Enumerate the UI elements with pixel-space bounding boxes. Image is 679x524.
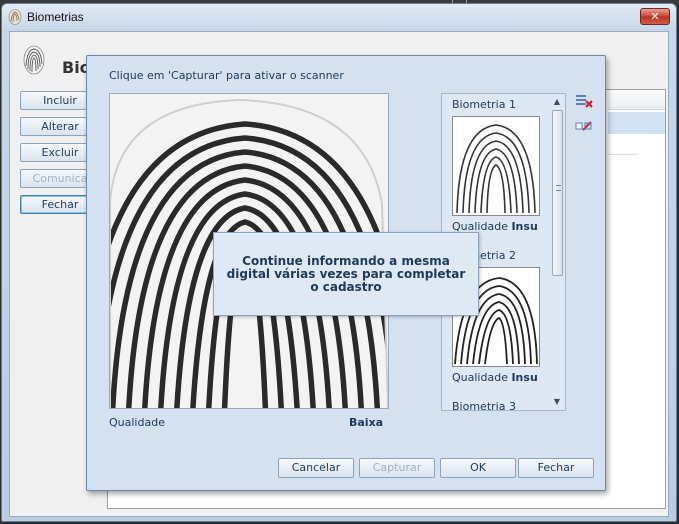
window-titlebar: Biometrias ✕ [2,4,676,30]
close-icon: ✕ [650,10,660,23]
status-message: Continue informando a mesma digital vári… [213,232,479,316]
capture-button[interactable]: Capturar [359,458,435,478]
thumbnail-scrollbar[interactable]: ▲ ▼ [551,96,563,408]
thumbnail-title: Biometria 1 [452,98,516,111]
thumbnail-item[interactable]: Biometria 1 Qualidade Insu [452,98,544,238]
scroll-down-icon[interactable]: ▼ [551,396,563,408]
cancel-button[interactable]: Cancelar [278,458,354,478]
status-message-text: Continue informando a mesma digital vári… [226,253,466,294]
fingerprint-icon [8,9,22,25]
remove-item-icon[interactable] [575,118,593,134]
list-row-divider [608,154,638,155]
thumbnail-image[interactable] [452,116,540,216]
quality-label: Qualidade [109,416,165,429]
thumbnail-item[interactable]: Biometria 3 [452,400,544,411]
thumbnail-quality: Qualidade Insu [452,371,538,384]
capture-dialog: Clique em 'Capturar' para ativar o scann… [86,55,606,491]
capture-instruction: Clique em 'Capturar' para ativar o scann… [109,69,344,82]
close-dialog-button[interactable]: Fechar [518,458,594,478]
close-button[interactable]: ✕ [640,8,670,25]
quality-value: Baixa [349,416,384,429]
scroll-up-icon[interactable]: ▲ [551,96,563,108]
list-row-selected[interactable] [608,112,665,134]
biometrias-window: Biometrias ✕ Bio Incluir Alterar Excluir… [1,3,677,522]
thumbnail-title: Biometria 3 [452,400,516,411]
list-header [608,90,665,110]
fingerprint-icon [23,45,45,75]
window-title: Biometrias [27,10,84,24]
ok-button[interactable]: OK [440,458,516,478]
scroll-thumb[interactable] [552,110,563,276]
delete-list-icon[interactable] [575,93,593,109]
